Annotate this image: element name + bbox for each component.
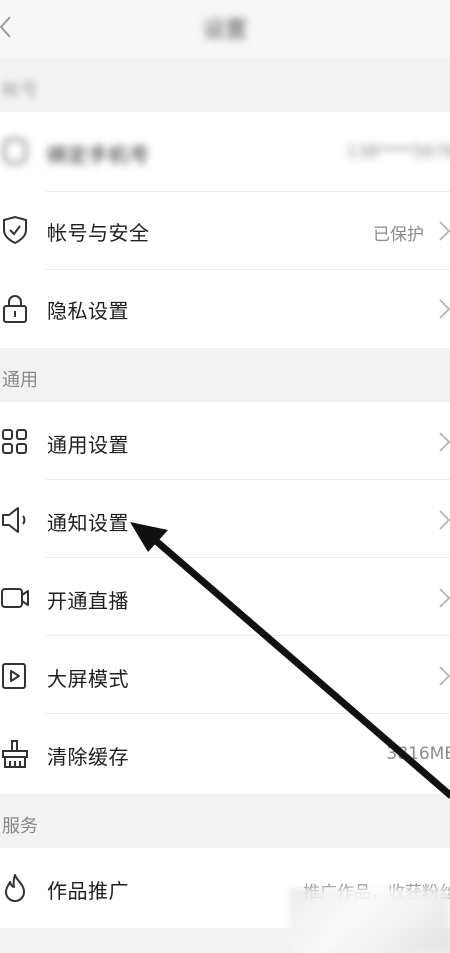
annotation-arrow [130, 522, 450, 799]
